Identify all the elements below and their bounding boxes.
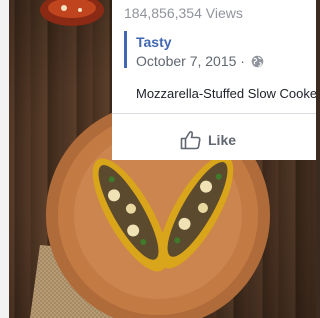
post-date[interactable]: October 7, 2015 — [136, 53, 236, 69]
author-link[interactable]: Tasty — [136, 34, 172, 50]
thumbs-up-icon — [180, 130, 201, 150]
quote-bar — [124, 31, 127, 68]
like-button[interactable]: Like — [180, 128, 236, 152]
post-date-row: October 7, 2015 · — [136, 53, 264, 69]
globe-icon — [251, 55, 264, 68]
video-title[interactable]: Mozzarella-Stuffed Slow Cooker — [136, 86, 316, 101]
date-separator: · — [240, 53, 245, 69]
view-count: 184,856,354 Views — [124, 5, 243, 21]
page-edge — [0, 0, 9, 318]
post-info-card: 184,856,354 Views Tasty October 7, 2015 … — [112, 0, 316, 160]
like-label: Like — [208, 132, 237, 148]
divider — [112, 113, 316, 114]
